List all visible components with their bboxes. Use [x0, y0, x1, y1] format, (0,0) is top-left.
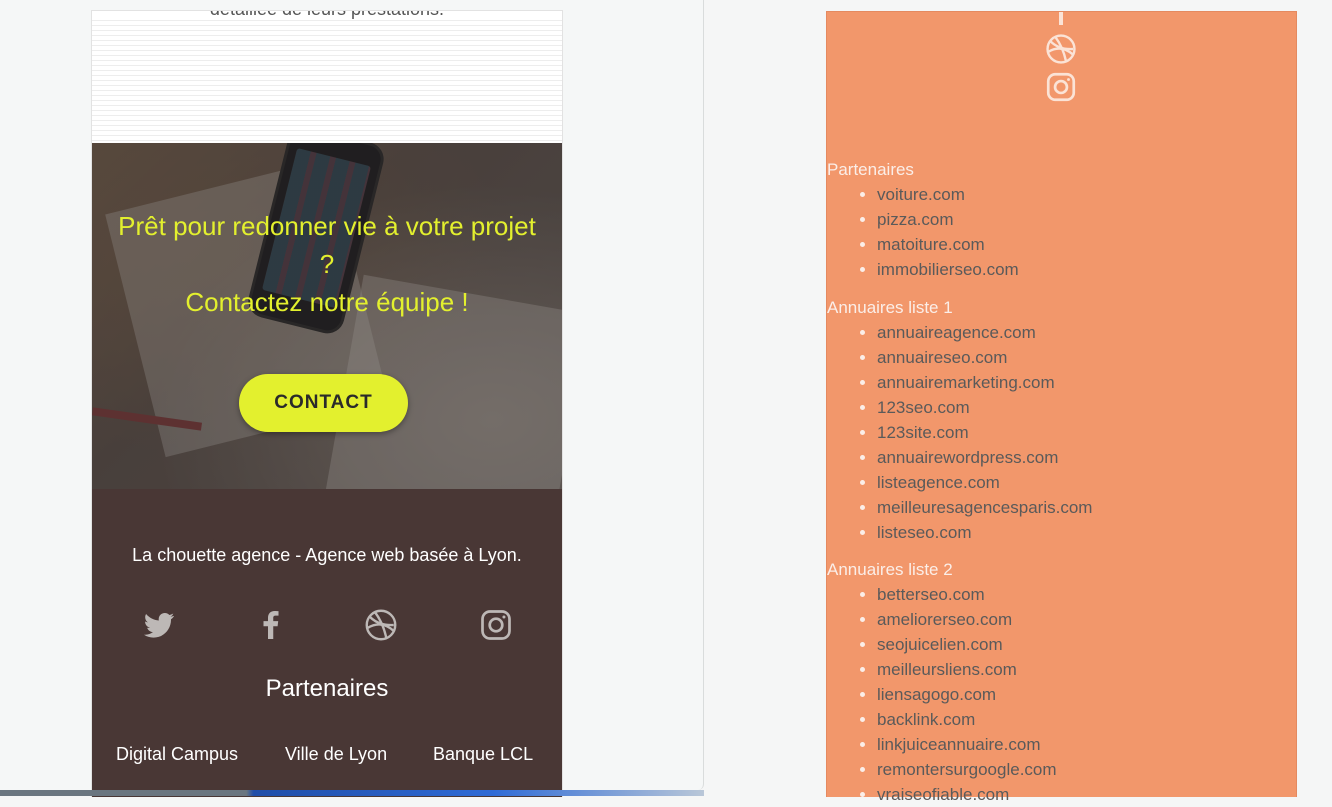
list-item-link[interactable]: 123site.com — [877, 423, 969, 442]
intro-text: détaillée de leurs prestations. — [92, 11, 562, 20]
mobile-page-preview: détaillée de leurs prestations. Prêt pou… — [91, 10, 563, 797]
list-item[interactable]: liensagogo.com — [877, 682, 1296, 707]
hero-heading-line: Contactez notre équipe ! — [185, 287, 469, 317]
list-item[interactable]: immobilierseo.com — [877, 257, 1296, 282]
section-title: Partenaires — [827, 160, 914, 179]
list-item-link[interactable]: seojuicelien.com — [877, 635, 1003, 654]
list-item-link[interactable]: meilleursliens.com — [877, 660, 1017, 679]
panel-section-annuaires-2: Annuaires liste 2 betterseo.com ameliore… — [827, 558, 1296, 807]
list-item[interactable]: matoiture.com — [877, 232, 1296, 257]
list-item-link[interactable]: backlink.com — [877, 710, 975, 729]
list-item[interactable]: listeagence.com — [877, 470, 1296, 495]
partner-link-banque-lcl[interactable]: Banque LCL — [433, 744, 533, 765]
list-item-link[interactable]: vraiseofiable.com — [877, 785, 1009, 804]
site-footer: La chouette agence - Agence web basée à … — [92, 489, 562, 797]
list-item[interactable]: linkjuiceannuaire.com — [877, 732, 1296, 757]
section-title: Annuaires liste 2 — [827, 560, 953, 579]
partner-link-ville-de-lyon[interactable]: Ville de Lyon — [285, 744, 387, 765]
list-item-link[interactable]: annuairewordpress.com — [877, 448, 1058, 467]
footer-tagline: La chouette agence - Agence web basée à … — [132, 545, 522, 565]
list-item[interactable]: vraiseofiable.com — [877, 782, 1296, 807]
list-item-link[interactable]: annuairemarketing.com — [877, 373, 1055, 392]
social-links — [92, 607, 562, 647]
dribbble-icon[interactable] — [363, 607, 399, 643]
list-item[interactable]: annuairewordpress.com — [877, 445, 1296, 470]
list-item[interactable]: pizza.com — [877, 207, 1296, 232]
section-title: Annuaires liste 1 — [827, 298, 953, 317]
instagram-icon[interactable] — [1044, 70, 1078, 104]
panel-section-partenaires: Partenaires voiture.com pizza.com matoit… — [827, 158, 1296, 282]
twitter-icon[interactable] — [141, 607, 177, 643]
partner-link-digital-campus[interactable]: Digital Campus — [116, 744, 238, 765]
hero-heading: Prêt pour redonner vie à votre projet ? … — [102, 207, 552, 321]
section-list: annuaireagence.com annuaireseo.com annua… — [827, 320, 1296, 545]
list-item[interactable]: listeseo.com — [877, 520, 1296, 545]
footer-partners-title: Partenaires — [265, 675, 389, 702]
list-item-link[interactable]: betterseo.com — [877, 585, 985, 604]
list-item-link[interactable]: listeseo.com — [877, 523, 971, 542]
list-item-link[interactable]: linkjuiceannuaire.com — [877, 735, 1040, 754]
list-item[interactable]: betterseo.com — [877, 582, 1296, 607]
list-item[interactable]: annuaireseo.com — [877, 345, 1296, 370]
list-item-link[interactable]: liensagogo.com — [877, 685, 996, 704]
hero-section: Prêt pour redonner vie à votre projet ? … — [92, 143, 562, 489]
list-item-link[interactable]: remontersurgoogle.com — [877, 760, 1057, 779]
list-item[interactable]: remontersurgoogle.com — [877, 757, 1296, 782]
section-list: voiture.com pizza.com matoiture.com immo… — [827, 182, 1296, 282]
hero-heading-line: Prêt pour redonner vie à votre projet — [118, 211, 536, 241]
taskbar-strip — [0, 790, 704, 796]
panel-section-annuaires-1: Annuaires liste 1 annuaireagence.com ann… — [827, 296, 1296, 545]
list-item[interactable]: meilleursliens.com — [877, 657, 1296, 682]
preview-window: détaillée de leurs prestations. Prêt pou… — [0, 0, 704, 797]
list-item[interactable]: seojuicelien.com — [877, 632, 1296, 657]
list-item[interactable]: meilleuresagencesparis.com — [877, 495, 1296, 520]
list-item[interactable]: 123seo.com — [877, 395, 1296, 420]
list-item[interactable]: ameliorerseo.com — [877, 607, 1296, 632]
list-item-link[interactable]: annuaireagence.com — [877, 323, 1036, 342]
list-item-link[interactable]: pizza.com — [877, 210, 954, 229]
list-item[interactable]: voiture.com — [877, 182, 1296, 207]
list-item-link[interactable]: voiture.com — [877, 185, 965, 204]
list-item-link[interactable]: annuaireseo.com — [877, 348, 1007, 367]
footer-panel: Partenaires voiture.com pizza.com matoit… — [826, 11, 1297, 804]
instagram-icon[interactable] — [478, 607, 514, 643]
list-item-link[interactable]: meilleuresagencesparis.com — [877, 498, 1092, 517]
list-item[interactable]: 123site.com — [877, 420, 1296, 445]
contact-button[interactable]: CONTACT — [239, 374, 408, 432]
list-item-link[interactable]: listeagence.com — [877, 473, 1000, 492]
list-item-link[interactable]: 123seo.com — [877, 398, 970, 417]
list-item-link[interactable]: matoiture.com — [877, 235, 985, 254]
hero-heading-line: ? — [319, 249, 335, 279]
facebook-icon[interactable] — [253, 605, 289, 641]
section-list: betterseo.com ameliorerseo.com seojuicel… — [827, 582, 1296, 807]
list-item[interactable]: backlink.com — [877, 707, 1296, 732]
dribbble-icon[interactable] — [1044, 32, 1078, 66]
list-item-link[interactable]: ameliorerseo.com — [877, 610, 1012, 629]
partner-links: Digital Campus Ville de Lyon Banque LCL — [92, 744, 562, 768]
intro-section: détaillée de leurs prestations. — [92, 11, 562, 143]
list-item[interactable]: annuaireagence.com — [877, 320, 1296, 345]
list-item-link[interactable]: immobilierseo.com — [877, 260, 1019, 279]
panel-top-divider — [1059, 12, 1063, 25]
list-item[interactable]: annuairemarketing.com — [877, 370, 1296, 395]
